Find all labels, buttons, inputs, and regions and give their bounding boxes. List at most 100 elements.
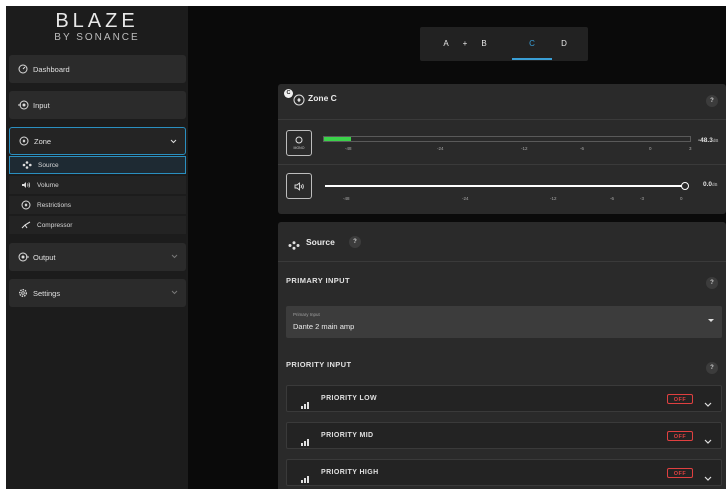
meter-tick: -48 <box>345 146 352 151</box>
volume-unit: dB <box>712 182 718 187</box>
chevron-down-icon <box>704 469 712 487</box>
meter-value: -48.3 <box>698 137 713 144</box>
zone-badge: C <box>284 89 293 98</box>
status-badge: OFF <box>667 468 693 478</box>
priority-input-help-button[interactable]: ? <box>706 362 718 374</box>
volume-slider-handle[interactable] <box>681 182 689 190</box>
meter-tick: -24 <box>437 146 444 151</box>
sidebar-subitem-volume[interactable]: Volume <box>9 176 186 194</box>
caret-down-icon <box>708 319 714 322</box>
app-window: BLAZE BY SONANCE Dashboard Input Zone So… <box>6 6 726 489</box>
source-title: Source <box>306 237 335 247</box>
tab-b[interactable]: B <box>476 27 492 61</box>
primary-input-help-button[interactable]: ? <box>706 277 718 289</box>
chevron-down-icon <box>171 252 178 261</box>
zone-icon <box>293 93 305 111</box>
compressor-icon <box>21 220 31 230</box>
tab-link[interactable]: + <box>458 27 472 61</box>
zone-tabs: A + B C D <box>420 27 588 61</box>
volume-tick: -3 <box>640 196 645 201</box>
meter-tick: -12 <box>521 146 528 151</box>
priority-input-heading: PRIORITY INPUT <box>286 360 352 369</box>
speaker-icon <box>21 180 31 190</box>
signal-bars-icon <box>301 396 311 414</box>
chevron-down-icon <box>171 288 178 297</box>
active-tab-indicator <box>512 58 552 60</box>
zone-help-button[interactable]: ? <box>706 95 718 107</box>
divider <box>278 164 726 165</box>
level-meter-fill <box>324 137 352 141</box>
tab-c[interactable]: C <box>522 27 542 61</box>
signal-bars-icon <box>301 433 311 451</box>
output-icon <box>17 251 29 263</box>
zone-icon <box>18 135 30 147</box>
volume-readout: 0.0dB <box>703 181 718 188</box>
sidebar-subitem-restrictions[interactable]: Restrictions <box>9 196 186 214</box>
divider <box>278 119 726 120</box>
priority-label: PRIORITY MID <box>321 432 374 439</box>
sidebar-item-input[interactable]: Input <box>9 91 186 119</box>
brand-subtitle: BY SONANCE <box>54 32 140 43</box>
volume-slider-fill <box>325 185 685 187</box>
mono-label: MONO <box>293 146 305 150</box>
speaker-icon <box>294 181 304 191</box>
brand-logo: BLAZE BY SONANCE <box>6 10 188 44</box>
primary-input-heading: PRIMARY INPUT <box>286 276 350 285</box>
source-panel: Source ? PRIMARY INPUT ? Primary Input D… <box>278 222 726 489</box>
gauge-icon <box>17 63 29 75</box>
sidebar: BLAZE BY SONANCE Dashboard Input Zone So… <box>6 6 188 489</box>
level-meter <box>323 136 691 142</box>
meter-tick: -6 <box>580 146 585 151</box>
sidebar-item-settings[interactable]: Settings <box>9 279 186 307</box>
divider <box>278 261 726 262</box>
volume-tick: -48 <box>343 196 350 201</box>
sidebar-subitem-label: Source <box>38 161 59 169</box>
sidebar-item-output[interactable]: Output <box>9 243 186 271</box>
primary-input-field-value: Dante 2 main amp <box>293 322 355 331</box>
zone-title: Zone C <box>308 93 337 103</box>
zone-panel: C Zone C ? MONO -48 -24 -12 -6 0 3 -48.3… <box>278 84 726 214</box>
source-help-button[interactable]: ? <box>349 236 361 248</box>
meter-readout: -48.3dB <box>698 137 718 144</box>
tab-d[interactable]: D <box>556 27 572 61</box>
priority-row-low[interactable]: PRIORITY LOW OFF <box>286 385 722 412</box>
primary-input-field-label: Primary Input <box>293 312 320 317</box>
priority-label: PRIORITY LOW <box>321 395 378 402</box>
volume-mute-button[interactable] <box>286 173 312 199</box>
meter-tick: 0 <box>649 146 652 151</box>
sidebar-subitem-compressor[interactable]: Compressor <box>9 216 186 234</box>
sidebar-item-zone[interactable]: Zone <box>9 127 186 155</box>
sidebar-item-label: Settings <box>33 288 61 298</box>
chevron-down-icon <box>170 137 177 146</box>
mono-button[interactable]: MONO <box>286 130 312 156</box>
sidebar-item-label: Zone <box>34 136 52 146</box>
status-badge: OFF <box>667 431 693 441</box>
sidebar-subitem-label: Restrictions <box>37 201 71 209</box>
sidebar-item-label: Dashboard <box>33 64 70 74</box>
sidebar-item-label: Input <box>33 100 50 110</box>
volume-tick: -6 <box>610 196 615 201</box>
volume-value: 0.0 <box>703 181 713 188</box>
input-icon <box>17 99 29 111</box>
signal-bars-icon <box>301 470 311 488</box>
primary-input-select[interactable]: Primary Input Dante 2 main amp <box>286 306 722 338</box>
meter-tick: 3 <box>689 146 692 151</box>
volume-tick: -24 <box>462 196 469 201</box>
volume-tick: 0 <box>680 196 683 201</box>
sidebar-subitem-label: Volume <box>37 181 59 189</box>
volume-slider-track[interactable] <box>325 185 685 187</box>
priority-label: PRIORITY HIGH <box>321 469 379 476</box>
restrictions-icon <box>21 200 31 210</box>
chevron-down-icon <box>704 432 712 450</box>
sidebar-item-dashboard[interactable]: Dashboard <box>9 55 186 83</box>
volume-tick: -12 <box>550 196 557 201</box>
priority-row-high[interactable]: PRIORITY HIGH OFF <box>286 459 722 486</box>
source-icon <box>288 237 300 255</box>
sidebar-subitem-label: Compressor <box>37 221 73 229</box>
chevron-down-icon <box>704 395 712 413</box>
priority-row-mid[interactable]: PRIORITY MID OFF <box>286 422 722 449</box>
sidebar-subitem-source[interactable]: Source <box>9 156 186 174</box>
source-icon <box>22 160 32 170</box>
meter-unit: dB <box>712 138 719 143</box>
tab-a[interactable]: A <box>438 27 454 61</box>
